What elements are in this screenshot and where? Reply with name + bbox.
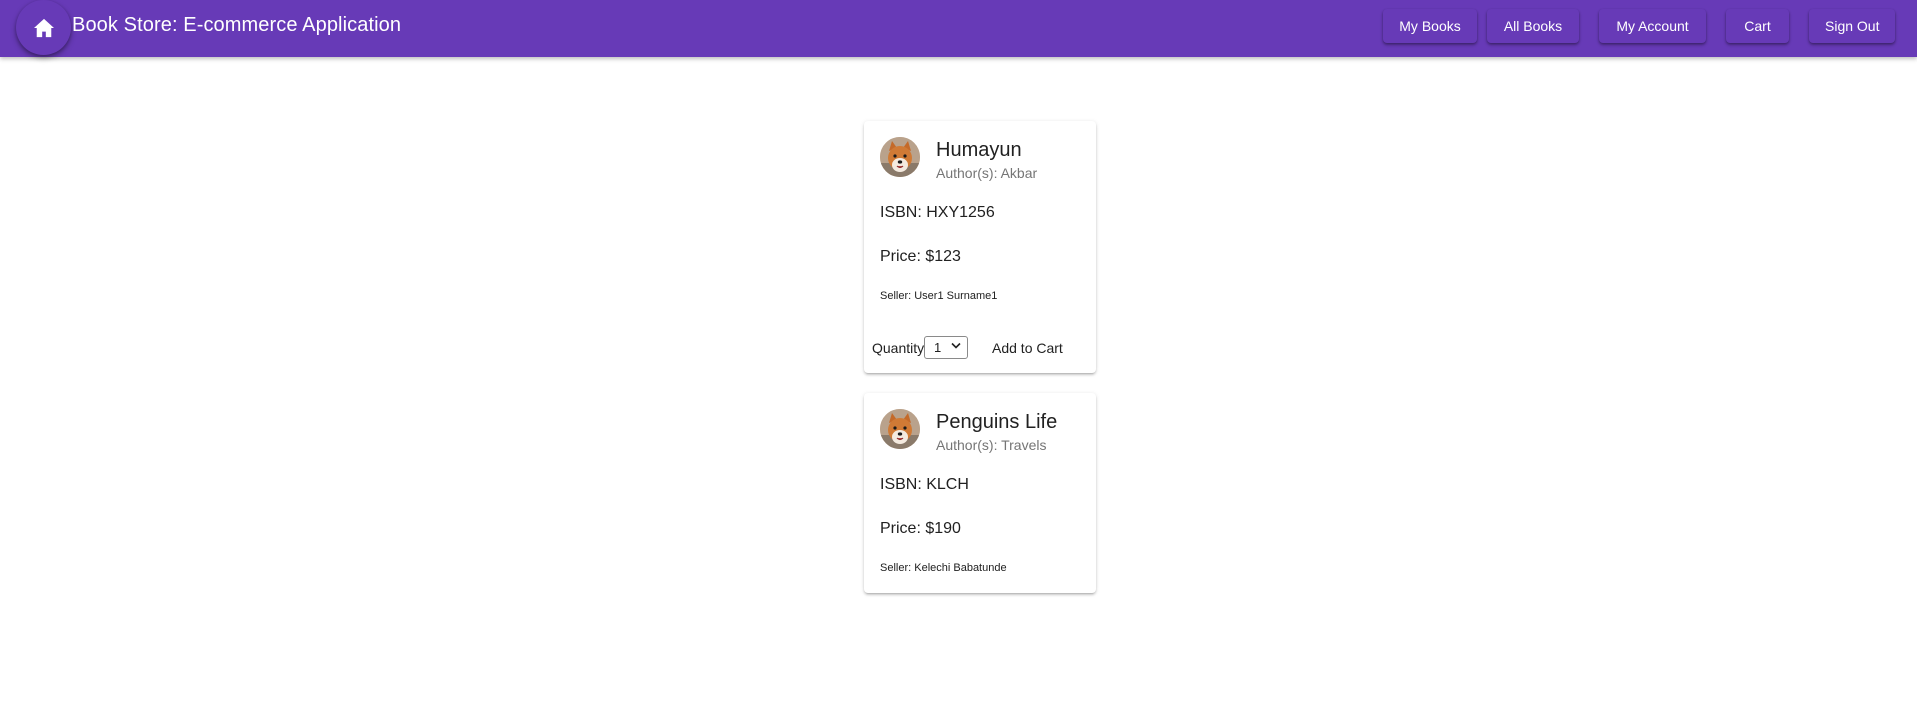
book-avatar xyxy=(880,409,920,449)
quantity-value: 1 xyxy=(934,340,942,355)
all-books-button[interactable]: All Books xyxy=(1487,9,1579,43)
top-toolbar: Book Store: E-commerce Application My Bo… xyxy=(0,0,1917,57)
home-icon xyxy=(33,18,54,37)
my-account-button[interactable]: My Account xyxy=(1599,9,1706,43)
dog-avatar-icon xyxy=(880,137,920,177)
card-header: Humayun Author(s): Akbar xyxy=(880,137,1090,181)
book-authors: Author(s): Akbar xyxy=(936,165,1038,181)
book-title: Humayun xyxy=(936,139,1022,161)
sign-out-button[interactable]: Sign Out xyxy=(1809,9,1895,43)
book-isbn: ISBN: HXY1256 xyxy=(880,204,995,221)
book-title: Penguins Life xyxy=(936,411,1058,433)
book-price: Price: $190 xyxy=(880,520,961,537)
book-seller: Seller: User1 Surname1 xyxy=(880,290,998,302)
quantity-label: Quantity xyxy=(872,340,925,356)
app-title: Book Store: E-commerce Application xyxy=(72,14,402,36)
chevron-down-icon xyxy=(951,342,961,349)
book-price: Price: $123 xyxy=(880,248,961,265)
cart-button[interactable]: Cart xyxy=(1726,9,1789,43)
book-avatar xyxy=(880,137,920,177)
add-to-cart-button[interactable]: Add to Cart xyxy=(984,332,1071,364)
book-card: Humayun Author(s): Akbar ISBN: HXY1256 P… xyxy=(864,121,1096,373)
home-button[interactable] xyxy=(16,0,71,55)
book-card: Penguins Life Author(s): Travels ISBN: K… xyxy=(864,393,1096,593)
my-books-button[interactable]: My Books xyxy=(1383,9,1477,43)
book-isbn: ISBN: KLCH xyxy=(880,476,969,493)
book-authors: Author(s): Travels xyxy=(936,437,1047,453)
card-header: Penguins Life Author(s): Travels xyxy=(880,409,1090,453)
dog-avatar-icon xyxy=(880,409,920,449)
nav-bar: My Books All Books My Account Cart Sign … xyxy=(1383,9,1895,43)
quantity-select[interactable]: 1 xyxy=(924,336,968,359)
book-seller: Seller: Kelechi Babatunde xyxy=(880,562,1007,574)
